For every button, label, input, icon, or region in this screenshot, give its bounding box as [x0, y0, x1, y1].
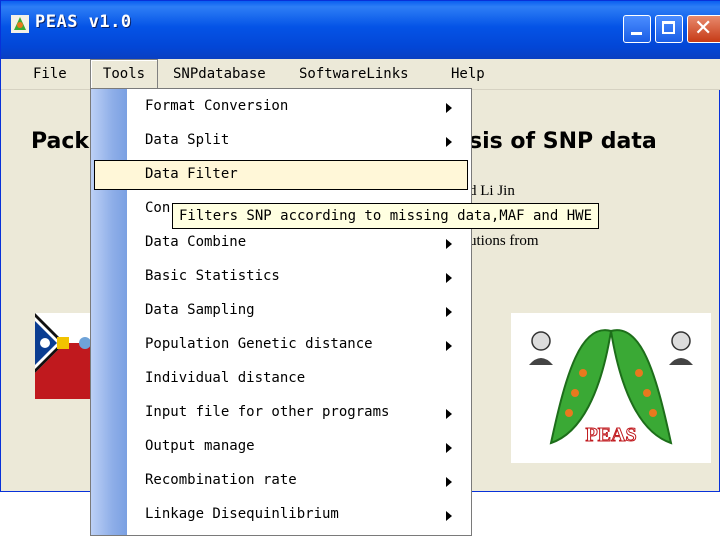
- submenu-arrow-icon: [446, 103, 452, 113]
- peas-logo: PEAS: [511, 313, 711, 463]
- close-icon: ✕: [694, 16, 713, 41]
- menu-item-data-sampling[interactable]: Data Sampling: [91, 295, 471, 329]
- menu-item-data-split[interactable]: Data Split: [91, 125, 471, 159]
- menu-item-label: Con: [145, 200, 171, 216]
- menu-item-format-conversion[interactable]: Format Conversion: [91, 91, 471, 125]
- submenu-arrow-icon: [446, 307, 452, 317]
- submenu-arrow-icon: [446, 443, 452, 453]
- headline-left: Pack: [31, 129, 90, 154]
- submenu-arrow-icon: [446, 239, 452, 249]
- menu-tools[interactable]: Tools: [90, 59, 158, 89]
- menu-item-linkage-disequilibrium[interactable]: Linkage Disequinlibrium: [91, 499, 471, 533]
- menu-item-label: Recombination rate: [145, 472, 297, 488]
- credit-line-1: d Li Jin: [469, 183, 515, 199]
- menu-item-label: Data Combine: [145, 234, 247, 250]
- menu-item-label: Basic Statistics: [145, 268, 280, 284]
- menu-item-individual-distance[interactable]: Individual distance: [91, 363, 471, 397]
- minimize-icon: [631, 32, 642, 35]
- submenu-arrow-icon: [446, 477, 452, 487]
- submenu-arrow-icon: [446, 137, 452, 147]
- menu-item-data-combine[interactable]: Data Combine: [91, 227, 471, 261]
- menu-item-label: Individual distance: [145, 370, 306, 386]
- menu-file[interactable]: File: [27, 59, 73, 89]
- menu-item-label: Data Filter: [145, 166, 238, 182]
- menu-item-population-genetic-distance[interactable]: Population Genetic distance: [91, 329, 471, 363]
- close-button[interactable]: ✕: [687, 15, 720, 43]
- submenu-arrow-icon: [446, 511, 452, 521]
- window-title: PEAS v1.0: [35, 12, 132, 32]
- menu-item-label: Format Conversion: [145, 98, 289, 114]
- peas-logo-text: PEAS: [585, 424, 636, 446]
- app-logo-icon: [11, 15, 29, 33]
- menu-bar: File Tools SNPdatabase SoftwareLinks Hel…: [1, 59, 720, 90]
- menu-help[interactable]: Help: [445, 59, 491, 89]
- menu-snpdatabase[interactable]: SNPdatabase: [167, 59, 272, 89]
- submenu-arrow-icon: [446, 341, 452, 351]
- menu-item-output-manage[interactable]: Output manage: [91, 431, 471, 465]
- submenu-arrow-icon: [446, 273, 452, 283]
- tools-dropdown-menu: Format Conversion Data Split Data Filter…: [90, 88, 472, 536]
- maximize-button[interactable]: [655, 15, 683, 43]
- menu-item-basic-statistics[interactable]: Basic Statistics: [91, 261, 471, 295]
- menu-item-input-file-for-other-programs[interactable]: Input file for other programs: [91, 397, 471, 431]
- menu-item-label: Data Sampling: [145, 302, 255, 318]
- headline-right: sis of SNP data: [469, 129, 657, 154]
- title-bar[interactable]: PEAS v1.0 ✕: [1, 1, 720, 59]
- menu-item-label: Data Split: [145, 132, 230, 148]
- menu-softwarelinks[interactable]: SoftwareLinks: [293, 59, 415, 89]
- minimize-button[interactable]: [623, 15, 651, 43]
- maximize-icon: [662, 21, 675, 34]
- menu-item-label: Input file for other programs: [145, 404, 390, 420]
- institution-logo: [35, 313, 93, 399]
- tooltip: Filters SNP according to missing data,MA…: [172, 203, 600, 229]
- menu-item-label: Output manage: [145, 438, 255, 454]
- credit-line-2: utions from: [469, 233, 539, 249]
- menu-item-recombination-rate[interactable]: Recombination rate: [91, 465, 471, 499]
- menu-item-label: Population Genetic distance: [145, 336, 373, 352]
- submenu-arrow-icon: [446, 409, 452, 419]
- menu-item-label: Linkage Disequinlibrium: [145, 506, 339, 522]
- menu-item-data-filter[interactable]: Data Filter: [91, 159, 471, 193]
